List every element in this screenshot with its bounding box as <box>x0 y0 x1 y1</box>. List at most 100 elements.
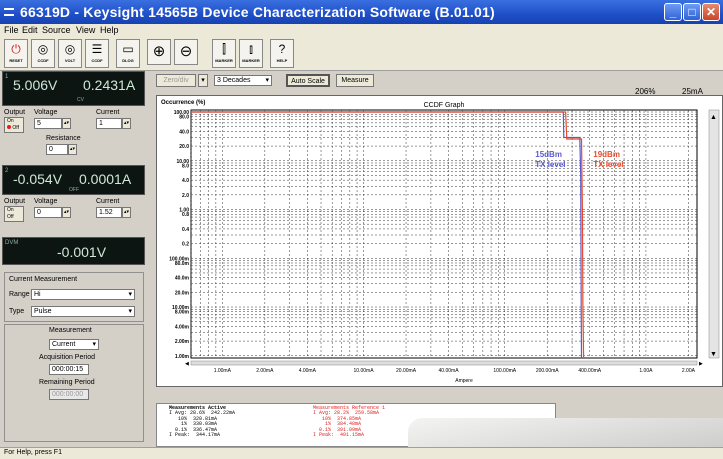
y-tick-label: 40.0m <box>175 276 190 282</box>
ch1-current-input[interactable]: 1 <box>96 118 122 129</box>
ch1-voltage-spinner[interactable]: ▴▾ <box>62 118 71 129</box>
chart-title: CCDF Graph <box>424 102 465 109</box>
x-tick-label: 2.00mA <box>256 368 274 374</box>
zero-div-dropdown[interactable]: ▾ <box>198 74 208 87</box>
ch2-current-label: Current <box>96 198 120 205</box>
marker-button[interactable]: ⫿ MARKER <box>212 39 236 68</box>
x-tick-label: 1.00A <box>639 368 653 374</box>
auto-scale-button[interactable]: Auto Scale <box>286 74 330 87</box>
y-tick-label: 8.00m <box>175 310 190 316</box>
menu-bar: File Edit Source View Help <box>0 24 723 37</box>
annotation-19dbm-tx: TX level <box>593 160 623 169</box>
ch1-voltage-input[interactable]: 5 <box>34 118 62 129</box>
x-tick-label: 1.00mA <box>214 368 232 374</box>
current-measurement-title: Current Measurement <box>9 276 78 283</box>
maximize-button[interactable]: □ <box>683 3 701 21</box>
status-text: For Help, press F1 <box>4 449 62 456</box>
zoom-out-button[interactable]: ⊖ <box>174 39 198 65</box>
y-tick-label: 2.00m <box>175 339 190 345</box>
channel1-current: 0.2431A <box>83 77 136 93</box>
annotation-15dbm: 15dBm <box>535 150 562 159</box>
toolbar: ⏻ RESET ◎ CCDF ◎ VOLT ☰ CCDF ▭ DLOG ⊕ ⊖ … <box>0 37 723 71</box>
scroll-down-icon: ▼ <box>710 351 717 358</box>
ccdf-graph[interactable]: CCDF Graph Occurrence (%) Ampere 100.00 80.0… <box>156 95 723 387</box>
ccdf-list-button[interactable]: ☰ CCDF <box>85 39 109 68</box>
y-scrollbar <box>708 109 720 359</box>
spin-arrows-icon: ▴▾ <box>63 209 70 215</box>
ccdf-list-icon: ☰ <box>91 42 103 56</box>
ccdf-chart[interactable]: CCDF GraphOccurrence (%)Ampere100.0080.0… <box>157 96 723 388</box>
dvm-label: DVM <box>5 240 19 246</box>
ch1-output-toggle[interactable]: On Off <box>4 117 24 133</box>
zoom-out-icon: ⊖ <box>179 43 193 60</box>
x-scrollbar <box>190 360 698 366</box>
minimize-button[interactable]: _ <box>664 3 682 21</box>
ch2-voltage-input[interactable]: 0 <box>34 207 62 218</box>
y-tick-label: 4.0 <box>182 178 189 184</box>
x-tick-label: 100.00mA <box>493 368 516 374</box>
menu-source[interactable]: Source <box>42 25 71 35</box>
ch2-current-spinner[interactable]: ▴▾ <box>122 207 131 218</box>
remaining-period-field: 000:00:00 <box>49 389 89 400</box>
menu-edit[interactable]: Edit <box>22 25 38 35</box>
ch2-output-toggle[interactable]: On Off <box>4 206 24 222</box>
ch2-voltage-label: Voltage <box>34 198 58 205</box>
scroll-right-icon: ▶ <box>699 361 703 367</box>
channel2-mode: OFF <box>69 187 79 193</box>
dropdown-arrow-icon: ▾ <box>201 77 205 84</box>
channel2-number: 2 <box>5 168 9 174</box>
x-tick-label: 400.00mA <box>578 368 601 374</box>
type-select[interactable]: Pulse ▾ <box>31 306 135 317</box>
menu-view[interactable]: View <box>76 25 95 35</box>
current-measurement-group: Current Measurement Range Hi ▾ Type Puls… <box>4 272 144 322</box>
x-tick-label: 200.00mA <box>536 368 559 374</box>
channel2-display: 2 -0.054V 0.0001A OFF <box>2 165 145 195</box>
title-bar: 66319D - Keysight 14565B Device Characte… <box>0 0 723 24</box>
ch1-current-spinner[interactable]: ▴▾ <box>122 118 131 129</box>
type-label: Type <box>9 308 25 315</box>
zoom-in-button[interactable]: ⊕ <box>147 39 171 65</box>
dvm-value: -0.001V <box>57 244 107 260</box>
volt-button[interactable]: ◎ VOLT <box>58 39 82 68</box>
ch2-current-input[interactable]: 1.52 <box>96 207 122 218</box>
marker-clear-button[interactable]: ⫾ MARKER <box>239 39 263 68</box>
marker-clear-icon: ⫾ <box>249 42 253 56</box>
measurement-select[interactable]: Current ▾ <box>49 339 99 350</box>
x-tick-label: 40.00mA <box>439 368 460 374</box>
zero-div-button[interactable]: Zero/div <box>156 74 196 87</box>
decades-select[interactable]: 3 Decades ▾ <box>214 75 272 86</box>
annotation-19dbm: 19dBm <box>593 150 620 159</box>
app-menu-icon[interactable] <box>4 8 14 16</box>
active-measurements: Measurements Active I Avg: 28.6% 242.22m… <box>169 405 236 439</box>
acquisition-period-input[interactable]: 000:00:15 <box>49 364 89 375</box>
y-tick-label: 80.0m <box>175 261 190 267</box>
range-label: Range <box>9 291 30 298</box>
help-button[interactable]: ? HELP <box>270 39 294 68</box>
remaining-period-label: Remaining Period <box>39 379 95 386</box>
ch2-voltage-spinner[interactable]: ▴▾ <box>62 207 71 218</box>
measurement-group: Measurement Current ▾ Acquisition Period… <box>4 324 144 442</box>
measure-button[interactable]: Measure <box>336 74 374 87</box>
scroll-up-icon: ▲ <box>710 114 717 121</box>
menu-file[interactable]: File <box>4 25 19 35</box>
menu-help[interactable]: Help <box>100 25 119 35</box>
channel1-voltage: 5.006V <box>13 77 58 93</box>
dlog-button[interactable]: ▭ DLOG <box>116 39 140 68</box>
ch1-resistance-input[interactable]: 0 <box>46 144 68 155</box>
x-tick-label: 10.00mA <box>354 368 375 374</box>
dlog-icon: ▭ <box>122 42 134 56</box>
ch1-resistance-spinner[interactable]: ▴▾ <box>68 144 77 155</box>
y-tick-label: 8.0 <box>182 163 189 169</box>
plot-area <box>190 109 698 359</box>
source-control-panel: 1 5.006V 0.2431A CV Output Voltage Curre… <box>0 71 148 447</box>
range-select[interactable]: Hi ▾ <box>31 289 135 300</box>
ccdf-button[interactable]: ◎ CCDF <box>31 39 55 68</box>
reset-button[interactable]: ⏻ RESET <box>4 39 28 68</box>
y-tick-label: 40.0 <box>179 129 189 135</box>
close-button[interactable]: ✕ <box>702 3 720 21</box>
ch2-output-label: Output <box>4 198 26 205</box>
measurement-title: Measurement <box>49 327 92 334</box>
spin-arrows-icon: ▴▾ <box>63 120 70 126</box>
window-title: 66319D - Keysight 14565B Device Characte… <box>20 4 495 20</box>
y-tick-label: 2.0 <box>182 193 189 199</box>
